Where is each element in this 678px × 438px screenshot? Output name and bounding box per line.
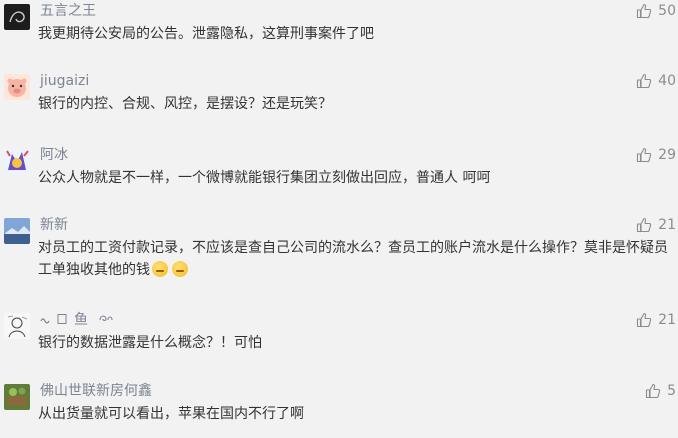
dark-swirl-avatar-icon <box>4 4 30 30</box>
comment-author[interactable]: 新新 <box>40 216 68 234</box>
like-button[interactable]: 29 <box>636 146 676 164</box>
avatar[interactable] <box>4 218 30 244</box>
comment-author[interactable]: 五言之王 <box>40 2 96 20</box>
like-button[interactable]: 40 <box>636 72 676 90</box>
comment-text: 从出货量就可以看出，苹果在国内不行了啊 <box>38 406 304 422</box>
green-photo-avatar-icon <box>4 384 30 410</box>
comment-item: 鱼 银行的数据泄露是什么概念？！可怕 21 <box>0 309 678 357</box>
comment-text-body: 对员工的工资付款记录，不应该是查自己公司的流水么？查员工的账户流水是什么操作？莫… <box>38 240 668 278</box>
avatar[interactable] <box>4 313 30 339</box>
like-count: 5 <box>667 383 676 399</box>
comment-author[interactable]: 佛山世联新房何鑫 <box>40 382 152 400</box>
box-symbol-icon <box>57 314 67 324</box>
landscape-avatar-icon <box>4 218 30 244</box>
thumbs-up-icon <box>637 312 652 328</box>
cartoon-pig-avatar-icon <box>4 74 30 100</box>
comment-author-text: 鱼 <box>74 312 88 328</box>
thinking-emoji-icon <box>152 261 168 277</box>
comment-text: 银行的内控、合规、风控，是摆设？还是玩笑？ <box>38 96 332 112</box>
thumbs-up-icon <box>637 217 652 233</box>
like-button[interactable]: 50 <box>636 2 676 20</box>
thumbs-up-icon <box>646 383 661 399</box>
comment-text: 公众人物就是不一样，一个微博就能银行集团立刻做出回应，普通人 呵呵 <box>38 170 491 186</box>
avatar[interactable] <box>4 384 30 410</box>
comment-item: jiugaizi 银行的内控、合规、风控，是摆设？还是玩笑？ 40 <box>0 70 678 118</box>
comment-item: 佛山世联新房何鑫 从出货量就可以看出，苹果在国内不行了啊 5 <box>0 380 678 428</box>
thumbs-up-icon <box>637 73 652 89</box>
like-count: 29 <box>658 147 676 163</box>
comment-text: 我更期待公安局的公告。泄露隐私，这算刑事案件了吧 <box>38 26 374 42</box>
comment-author[interactable]: 鱼 <box>40 311 114 329</box>
comment-text: 银行的数据泄露是什么概念？！可怕 <box>38 335 262 351</box>
like-button[interactable]: 21 <box>636 311 676 329</box>
thumbs-up-icon <box>637 3 652 19</box>
like-button[interactable]: 5 <box>645 382 676 400</box>
comment-item: 五言之王 我更期待公安局的公告。泄露隐私，这算刑事案件了吧 50 <box>0 0 678 48</box>
like-count: 50 <box>658 3 676 19</box>
comment-author[interactable]: jiugaizi <box>40 72 89 90</box>
like-count: 40 <box>658 73 676 89</box>
thumbs-up-icon <box>637 147 652 163</box>
comment-text: 对员工的工资付款记录，不应该是查自己公司的流水么？查员工的账户流水是什么操作？莫… <box>38 237 668 281</box>
colorful-character-avatar-icon <box>4 148 30 174</box>
sketch-avatar-icon <box>4 313 30 339</box>
comment-item: 阿冰 公众人物就是不一样，一个微博就能银行集团立刻做出回应，普通人 呵呵 29 <box>0 144 678 192</box>
like-button[interactable]: 21 <box>636 216 676 234</box>
comment-item: 新新 对员工的工资付款记录，不应该是查自己公司的流水么？查员工的账户流水是什么操… <box>0 214 678 286</box>
avatar[interactable] <box>4 4 30 30</box>
comment-author[interactable]: 阿冰 <box>40 146 68 164</box>
avatar[interactable] <box>4 148 30 174</box>
like-count: 21 <box>658 312 676 328</box>
thinking-emoji-icon <box>172 261 188 277</box>
wave-symbol-icon <box>40 318 50 324</box>
swirl-symbol-icon <box>99 315 114 322</box>
like-count: 21 <box>658 217 676 233</box>
avatar[interactable] <box>4 74 30 100</box>
